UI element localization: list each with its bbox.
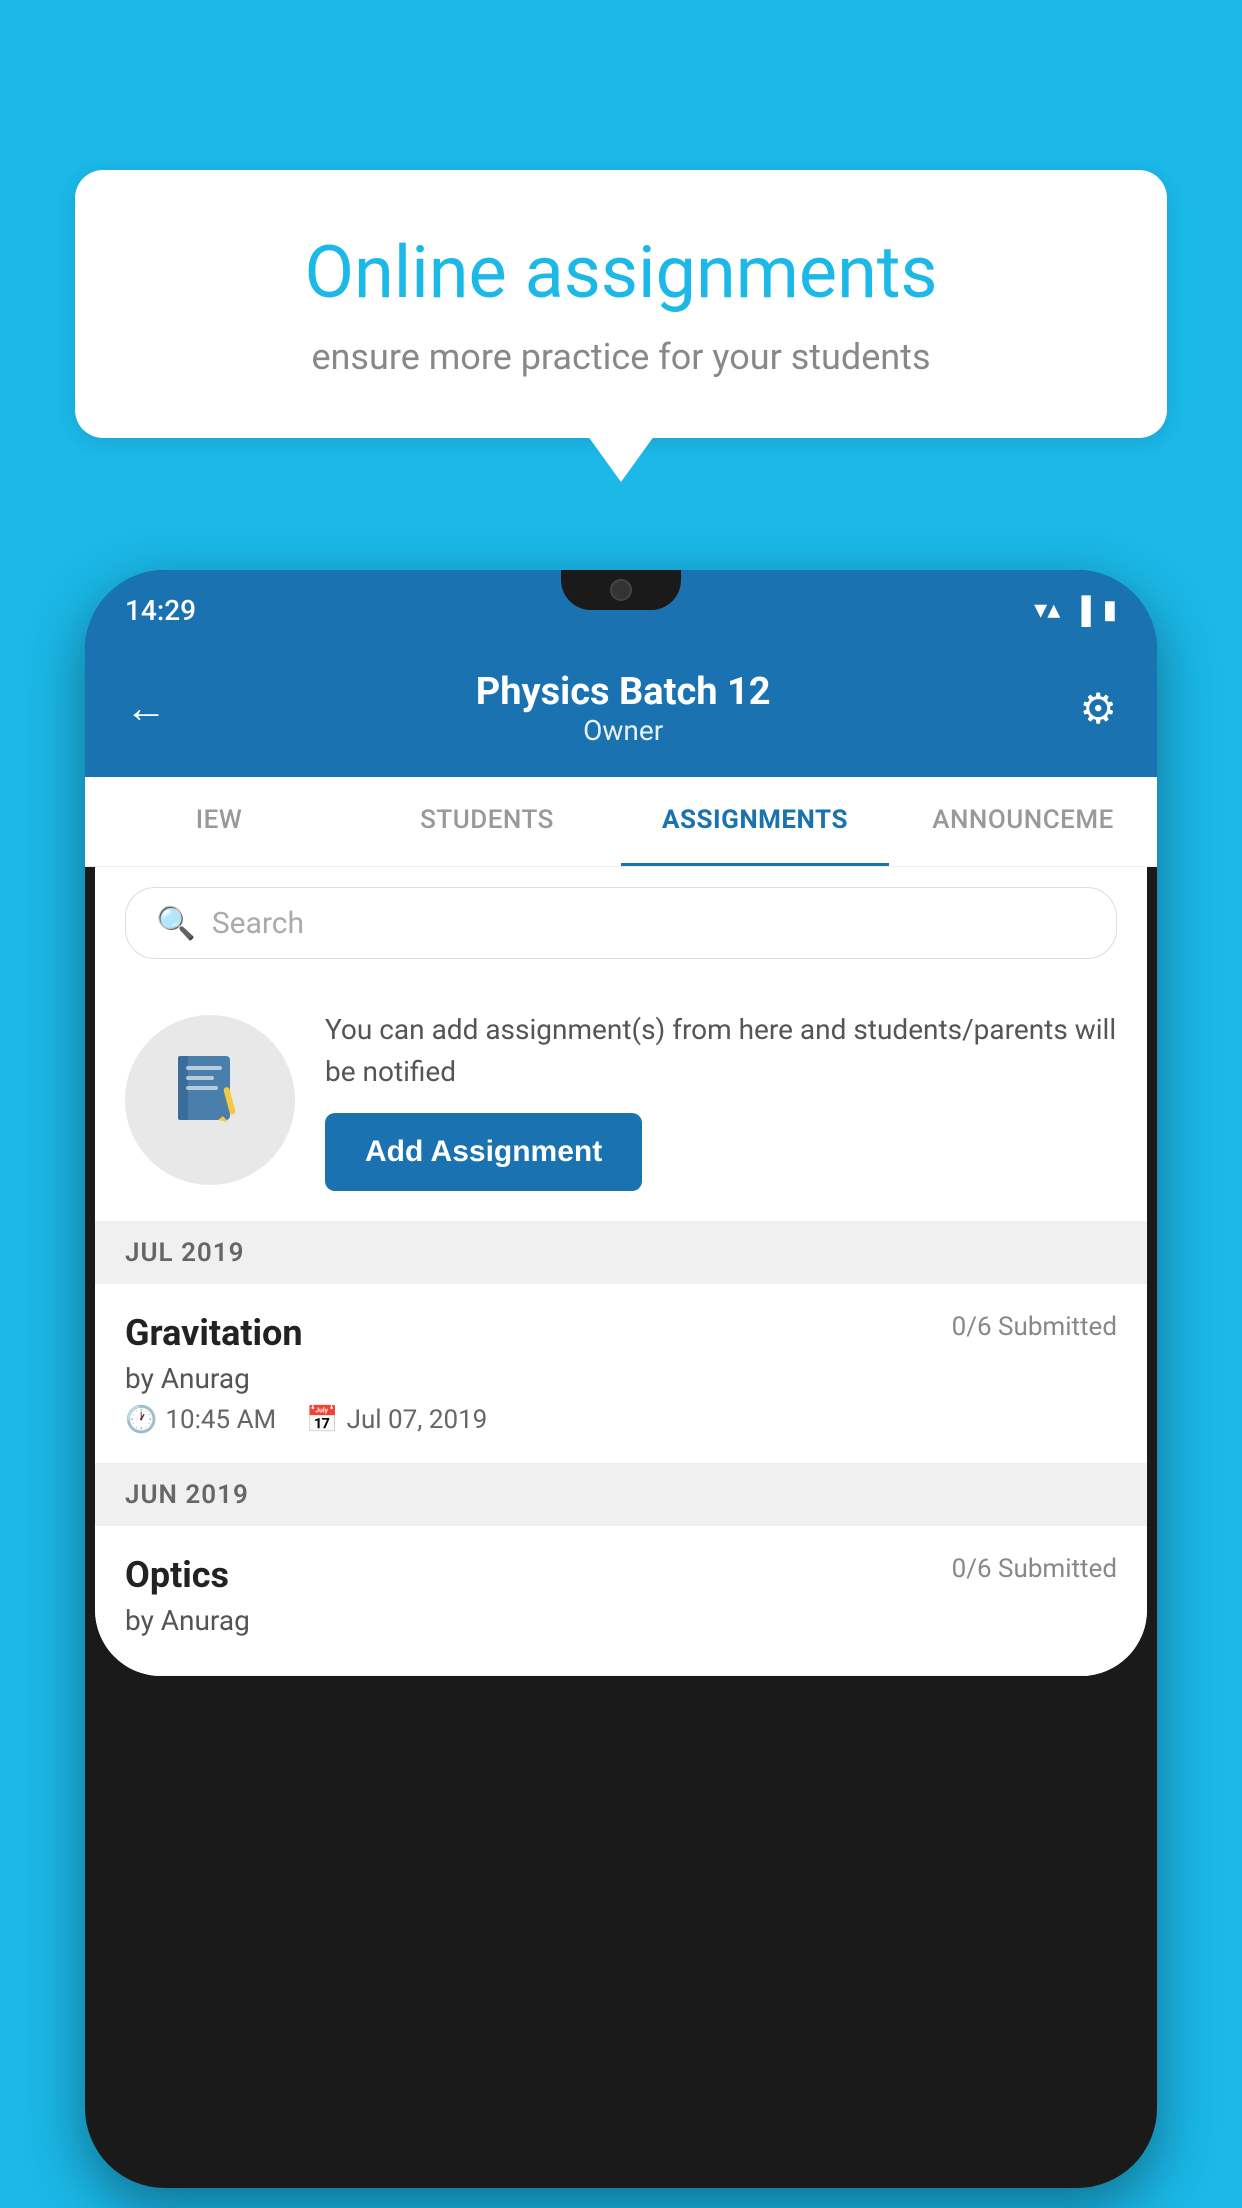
assignment-by-gravitation: by Anurag — [125, 1362, 1117, 1395]
assignment-meta-gravitation: 🕐 10:45 AM 📅 Jul 07, 2019 — [125, 1405, 1117, 1435]
add-assignment-button[interactable]: Add Assignment — [325, 1113, 642, 1191]
bubble-subtitle: ensure more practice for your students — [145, 336, 1097, 378]
assignment-name-optics: Optics — [125, 1554, 229, 1596]
search-bar[interactable]: 🔍 Search — [125, 887, 1117, 959]
speech-bubble: Online assignments ensure more practice … — [75, 170, 1167, 438]
add-section-right: You can add assignment(s) from here and … — [325, 1009, 1117, 1191]
phone-device: 14:29 ▾▴ ▐ ▮ ← Physics Batch 12 Owner ⚙ … — [85, 570, 1157, 2188]
header-title-group: Physics Batch 12 Owner — [476, 670, 771, 747]
assignment-name-gravitation: Gravitation — [125, 1312, 303, 1354]
clock-icon: 🕐 — [125, 1405, 157, 1435]
search-container: 🔍 Search — [95, 867, 1147, 979]
add-section-description: You can add assignment(s) from here and … — [325, 1009, 1117, 1093]
status-time: 14:29 — [125, 594, 196, 627]
camera — [610, 579, 632, 601]
speech-bubble-container: Online assignments ensure more practice … — [75, 170, 1167, 438]
bubble-title: Online assignments — [145, 230, 1097, 316]
phone-container: 14:29 ▾▴ ▐ ▮ ← Physics Batch 12 Owner ⚙ … — [85, 570, 1157, 2188]
assignment-item-optics[interactable]: Optics 0/6 Submitted by Anurag — [95, 1526, 1147, 1676]
tab-iew[interactable]: IEW — [85, 777, 353, 866]
assignment-by-optics: by Anurag — [125, 1604, 1117, 1637]
assignment-submitted-gravitation: 0/6 Submitted — [952, 1312, 1117, 1342]
add-assignment-section: You can add assignment(s) from here and … — [95, 979, 1147, 1222]
assignment-date-gravitation: Jul 07, 2019 — [347, 1405, 488, 1435]
settings-icon[interactable]: ⚙ — [1079, 684, 1117, 734]
battery-icon: ▮ — [1103, 595, 1117, 625]
meta-time-gravitation: 🕐 10:45 AM — [125, 1405, 276, 1435]
tab-students[interactable]: STUDENTS — [353, 777, 621, 866]
meta-date-gravitation: 📅 Jul 07, 2019 — [306, 1405, 487, 1435]
assignment-submitted-optics: 0/6 Submitted — [952, 1554, 1117, 1584]
tab-announcements[interactable]: ANNOUNCEME — [889, 777, 1157, 866]
assignment-top-row: Gravitation 0/6 Submitted — [125, 1312, 1117, 1354]
tabs-container: IEW STUDENTS ASSIGNMENTS ANNOUNCEME — [85, 777, 1157, 867]
search-icon: 🔍 — [156, 904, 196, 942]
calendar-icon: 📅 — [306, 1405, 338, 1435]
assignment-notebook-icon — [170, 1050, 250, 1150]
status-icons: ▾▴ ▐ ▮ — [1034, 595, 1117, 626]
section-header-jun: JUN 2019 — [95, 1464, 1147, 1526]
section-header-jul: JUL 2019 — [95, 1222, 1147, 1284]
wifi-icon: ▾▴ — [1034, 595, 1060, 625]
back-button[interactable]: ← — [125, 684, 167, 733]
assignment-icon-circle — [125, 1015, 295, 1185]
status-bar: 14:29 ▾▴ ▐ ▮ — [85, 570, 1157, 650]
header-subtitle: Owner — [476, 714, 771, 747]
app-header: ← Physics Batch 12 Owner ⚙ — [85, 650, 1157, 777]
signal-icon: ▐ — [1072, 595, 1090, 626]
assignment-time-gravitation: 10:45 AM — [165, 1405, 276, 1435]
assignment-top-row-optics: Optics 0/6 Submitted — [125, 1554, 1117, 1596]
header-title: Physics Batch 12 — [476, 670, 771, 714]
tab-assignments[interactable]: ASSIGNMENTS — [621, 777, 889, 866]
notch — [561, 570, 681, 610]
search-placeholder: Search — [212, 906, 304, 941]
assignment-item-gravitation[interactable]: Gravitation 0/6 Submitted by Anurag 🕐 10… — [95, 1284, 1147, 1464]
